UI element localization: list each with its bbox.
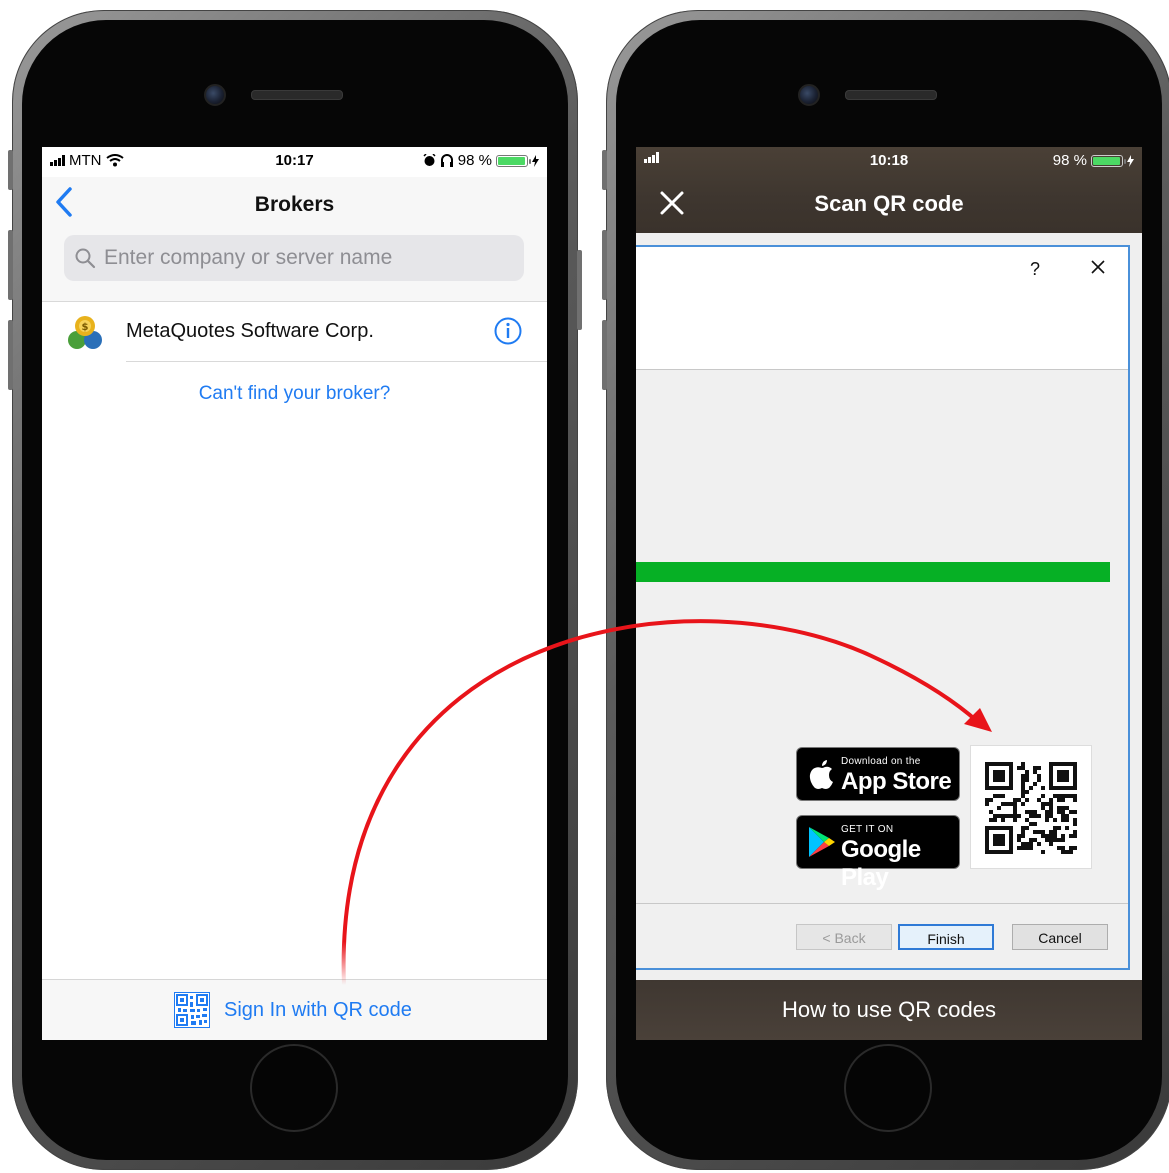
- status-bar: MTN 10:17 98 %: [42, 147, 547, 173]
- page-title: Brokers: [254, 193, 335, 216]
- google-play-big-text: Google Play: [841, 836, 921, 891]
- front-camera: [204, 84, 226, 106]
- finish-button[interactable]: Finish: [898, 924, 994, 950]
- earpiece-speaker: [251, 90, 343, 100]
- search-input[interactable]: [102, 245, 506, 271]
- mute-switch: [8, 150, 13, 190]
- help-button[interactable]: ?: [1030, 259, 1040, 280]
- google-play-badge[interactable]: GET IT ON Google Play: [796, 815, 960, 891]
- volume-down-button: [8, 320, 13, 390]
- qr-signin-label: Sign In with QR code: [224, 998, 412, 1021]
- apple-icon: [809, 760, 833, 789]
- battery-icon: [496, 154, 531, 167]
- app-store-small-text: Download on the: [841, 756, 921, 767]
- bottom-toolbar: Sign In with QR code: [42, 979, 547, 1040]
- nav-bar: Brokers: [42, 177, 547, 229]
- app-store-big-text: App Store: [841, 768, 952, 795]
- brokers-screen: MTN 10:17 98 % Brokers $ MetaQuotes So: [42, 147, 547, 1040]
- earpiece-speaker: [845, 90, 937, 100]
- front-camera: [798, 84, 820, 106]
- battery-percent: 98 %: [457, 152, 492, 169]
- qr-signin-button[interactable]: Sign In with QR code: [174, 992, 412, 1028]
- google-play-small-text: GET IT ON: [841, 824, 894, 835]
- wizard-header: ?: [636, 247, 1128, 370]
- progress-bar: [636, 562, 1110, 582]
- mute-switch: [602, 150, 607, 190]
- battery-icon: [1091, 154, 1126, 167]
- scan-header: 10:18 98 % Scan QR code: [636, 147, 1142, 233]
- broker-list-item[interactable]: $ MetaQuotes Software Corp.: [42, 302, 547, 362]
- qr-code-icon: [174, 992, 210, 1028]
- qr-code-image: [985, 762, 1077, 854]
- app-store-badge[interactable]: Download on the App Store: [796, 747, 960, 801]
- wizard-dialog: ? d . Download on the App Store GET IT O…: [636, 245, 1130, 970]
- search-field[interactable]: [64, 235, 524, 281]
- qr-code-panel: [970, 745, 1092, 869]
- dialog-close-icon[interactable]: [1090, 259, 1106, 275]
- search-icon: [75, 248, 96, 269]
- scan-qr-screen: 10:18 98 % Scan QR code ? d . Download o…: [636, 147, 1142, 1040]
- headphones-icon: [440, 154, 453, 167]
- volume-up-button: [8, 230, 13, 300]
- progress-fill: [636, 562, 1110, 582]
- cut-off-link-text[interactable]: d: [636, 729, 637, 743]
- broker-name: MetaQuotes Software Corp.: [126, 320, 374, 342]
- charging-icon: [1127, 154, 1134, 167]
- list-divider: [126, 361, 547, 362]
- back-button[interactable]: < Back: [796, 924, 892, 950]
- page-title: Scan QR code: [814, 191, 964, 216]
- svg-text:$: $: [82, 322, 89, 333]
- volume-down-button: [602, 320, 607, 390]
- home-button[interactable]: [250, 1044, 338, 1132]
- status-bar: 10:18 98 %: [636, 147, 1142, 173]
- power-button: [577, 250, 582, 330]
- how-to-label: How to use QR codes: [782, 997, 996, 1022]
- home-button[interactable]: [844, 1044, 932, 1132]
- metaquotes-logo-icon: $: [68, 316, 102, 349]
- alarm-icon: [423, 154, 436, 166]
- battery-percent: 98 %: [1052, 152, 1087, 169]
- info-icon[interactable]: [494, 317, 522, 345]
- charging-icon: [532, 154, 539, 167]
- volume-up-button: [602, 230, 607, 300]
- cant-find-broker-link[interactable]: Can't find your broker?: [42, 383, 547, 405]
- wizard-footer: < Back Finish Cancel: [636, 903, 1128, 968]
- google-play-icon: [809, 827, 835, 857]
- cancel-button[interactable]: Cancel: [1012, 924, 1108, 950]
- how-to-bar[interactable]: How to use QR codes: [636, 980, 1142, 1040]
- search-area: [42, 229, 547, 302]
